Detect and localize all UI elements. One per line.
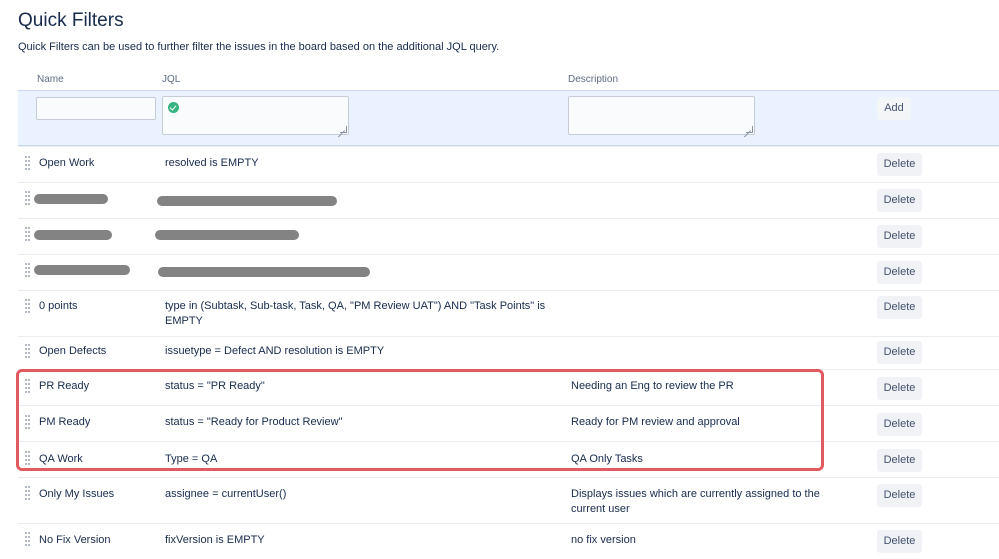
redacted-jql	[157, 196, 337, 206]
delete-button[interactable]: Delete	[877, 153, 922, 176]
delete-button[interactable]: Delete	[877, 225, 922, 248]
filter-name: Only My Issues	[39, 488, 115, 500]
filter-row: 0 points type in (Subtask, Sub-task, Tas…	[18, 290, 999, 336]
column-header-description: Description	[568, 74, 619, 85]
redacted-name	[34, 265, 130, 275]
column-header-jql: JQL	[162, 74, 181, 85]
filter-row: No Fix Version fixVersion is EMPTY no fi…	[18, 523, 999, 559]
delete-button[interactable]: Delete	[877, 449, 922, 472]
filter-row: Open Work resolved is EMPTY Delete	[18, 146, 999, 182]
filter-jql: issuetype = Defect AND resolution is EMP…	[165, 345, 385, 357]
drag-handle-icon[interactable]	[25, 344, 30, 358]
filter-row: Delete	[18, 254, 999, 290]
filter-description: Displays issues which are currently assi…	[571, 488, 820, 515]
check-circle-icon	[168, 102, 179, 113]
name-input[interactable]	[36, 97, 156, 120]
filter-jql: assignee = currentUser()	[165, 488, 287, 500]
column-header-name: Name	[37, 74, 64, 85]
delete-button[interactable]: Delete	[877, 296, 922, 319]
redacted-jql	[158, 267, 370, 277]
filter-row: Delete	[18, 218, 999, 254]
delete-button[interactable]: Delete	[877, 413, 922, 436]
highlight-annotation-box	[16, 369, 824, 471]
resize-handle-icon[interactable]	[746, 126, 753, 133]
page-title: Quick Filters	[18, 10, 124, 31]
delete-button[interactable]: Delete	[877, 261, 922, 284]
filter-description: no fix version	[571, 534, 636, 546]
filter-name: No Fix Version	[39, 534, 111, 546]
redacted-jql	[155, 230, 299, 240]
resize-handle-icon[interactable]	[340, 126, 347, 133]
drag-handle-icon[interactable]	[25, 156, 30, 170]
delete-button[interactable]: Delete	[877, 189, 922, 212]
redacted-name	[34, 194, 108, 204]
page-description: Quick Filters can be used to further fil…	[18, 41, 500, 53]
drag-handle-icon[interactable]	[25, 263, 30, 277]
drag-handle-icon[interactable]	[25, 227, 30, 241]
delete-button[interactable]: Delete	[877, 377, 922, 400]
filter-name: Open Work	[39, 157, 95, 169]
filter-row: Open Defects issuetype = Defect AND reso…	[18, 336, 999, 369]
filter-jql: type in (Subtask, Sub-task, Task, QA, "P…	[165, 300, 546, 327]
filter-jql: resolved is EMPTY	[165, 157, 259, 169]
delete-button[interactable]: Delete	[877, 530, 922, 553]
add-button[interactable]: Add	[877, 97, 911, 120]
delete-button[interactable]: Delete	[877, 484, 922, 507]
drag-handle-icon[interactable]	[25, 486, 30, 500]
description-input[interactable]	[568, 96, 755, 135]
filter-name: Open Defects	[39, 345, 107, 357]
drag-handle-icon[interactable]	[25, 299, 30, 313]
filter-jql: fixVersion is EMPTY	[165, 534, 265, 546]
filter-row: Delete	[18, 182, 999, 218]
redacted-name	[34, 230, 112, 240]
jql-input[interactable]	[162, 96, 349, 135]
filter-name: 0 points	[39, 300, 78, 312]
drag-handle-icon[interactable]	[25, 191, 30, 205]
filter-row: Only My Issues assignee = currentUser() …	[18, 477, 999, 523]
drag-handle-icon[interactable]	[25, 532, 30, 546]
delete-button[interactable]: Delete	[877, 341, 922, 364]
